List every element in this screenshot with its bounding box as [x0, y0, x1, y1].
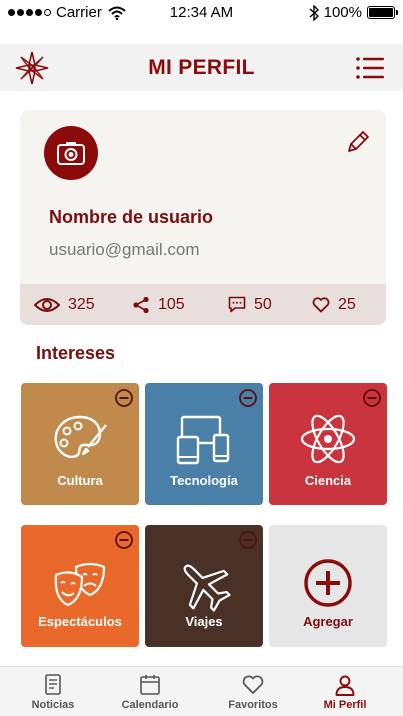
list-menu-icon[interactable]	[355, 53, 385, 83]
tab-favoritos[interactable]: Favoritos	[203, 667, 303, 716]
page-title: MI PERFIL	[148, 56, 255, 79]
interest-label-espectaculos: Espectáculos	[38, 614, 122, 629]
tab-mi-perfil[interactable]: Mi Perfil	[295, 667, 395, 716]
share-icon	[133, 296, 149, 313]
interest-label-ciencia: Ciencia	[304, 473, 352, 488]
user-email: usuario@gmail.com	[49, 240, 200, 259]
profile-stats: 325 105 50 25	[20, 284, 386, 325]
theater-masks-icon	[54, 562, 106, 607]
camera-icon	[57, 142, 85, 165]
tab-calendario[interactable]: Calendario	[100, 667, 200, 716]
heart-icon	[242, 675, 264, 694]
remove-circle-icon[interactable]	[238, 530, 258, 550]
newspaper-icon	[45, 674, 61, 695]
interest-label-viajes: Viajes	[185, 614, 223, 629]
tab-favoritos-label: Favoritos	[228, 699, 278, 711]
remove-circle-icon[interactable]	[238, 388, 258, 408]
stat-likes[interactable]: 25	[312, 284, 356, 325]
stat-comments-value: 50	[254, 295, 272, 313]
tab-noticias-label: Noticias	[31, 699, 75, 711]
stat-shares-value: 105	[158, 295, 185, 313]
add-interest-label: Agregar	[303, 614, 353, 629]
add-interest-tile[interactable]: Agregar	[269, 525, 387, 647]
user-icon	[335, 675, 355, 696]
interest-tile-cultura[interactable]: Cultura	[21, 383, 139, 505]
pencil-icon[interactable]	[344, 128, 372, 156]
battery-percent: 100%	[323, 4, 362, 21]
stat-comments[interactable]: 50	[228, 284, 272, 325]
tab-calendario-label: Calendario	[121, 699, 179, 711]
stat-views-value: 325	[68, 295, 95, 313]
avatar[interactable]	[44, 126, 98, 180]
status-bar: Carrier 12:34 AM 100%	[0, 0, 403, 26]
interest-tile-espectaculos[interactable]: Espectáculos	[21, 525, 139, 647]
plus-circle-icon	[304, 559, 352, 607]
airplane-icon	[183, 564, 231, 612]
devices-icon	[176, 415, 230, 465]
comment-icon	[228, 296, 246, 313]
interests-title: Intereses	[36, 343, 116, 363]
status-right: 100%	[309, 4, 398, 21]
stat-likes-value: 25	[338, 295, 356, 313]
interest-tile-tecnologia[interactable]: Tecnología	[145, 383, 263, 505]
tab-noticias[interactable]: Noticias	[3, 667, 103, 716]
battery-icon	[367, 6, 398, 19]
remove-circle-icon[interactable]	[362, 388, 382, 408]
heart-icon	[312, 296, 330, 312]
interest-label-cultura: Cultura	[57, 473, 103, 488]
profile-card: Nombre de usuario usuario@gmail.com 325 …	[20, 110, 386, 325]
interest-tile-ciencia[interactable]: Ciencia	[269, 383, 387, 505]
interest-label-tecnologia: Tecnología	[170, 473, 238, 488]
bluetooth-icon	[309, 4, 319, 21]
eye-icon	[34, 297, 60, 312]
calendar-icon	[140, 675, 160, 695]
palette-icon	[54, 415, 107, 458]
nav-bar: MI PERFIL	[0, 44, 403, 91]
tab-bar: Noticias Calendario Favoritos Mi Perfil	[0, 666, 403, 716]
stat-views[interactable]: 325	[34, 284, 95, 325]
tab-mi-perfil-label: Mi Perfil	[323, 699, 367, 711]
remove-circle-icon[interactable]	[114, 530, 134, 550]
stat-shares[interactable]: 105	[132, 284, 185, 325]
atom-icon	[300, 414, 356, 464]
username: Nombre de usuario	[49, 207, 214, 227]
remove-circle-icon[interactable]	[114, 388, 134, 408]
interest-tile-viajes[interactable]: Viajes	[145, 525, 263, 647]
